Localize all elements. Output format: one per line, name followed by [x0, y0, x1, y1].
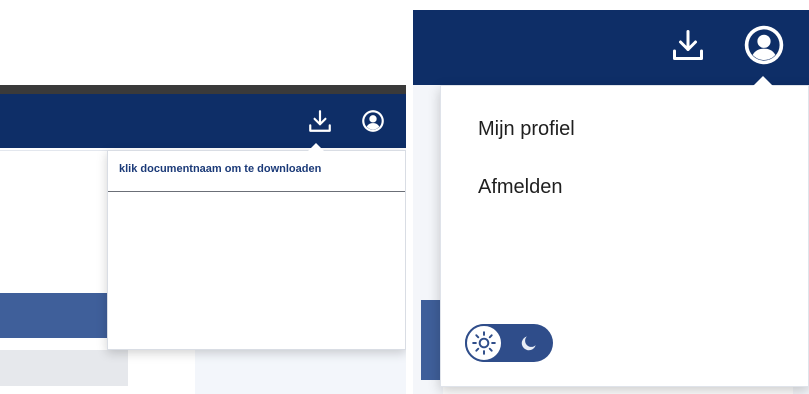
app-header — [0, 94, 406, 148]
download-icon — [673, 30, 703, 60]
sun-icon — [472, 331, 496, 355]
user-menu: Mijn profiel Afmelden — [440, 85, 809, 387]
download-dropdown: klik documentnaam om te downloaden — [107, 150, 406, 350]
dropdown-caret — [308, 143, 324, 151]
menu-item-my-profile[interactable]: Mijn profiel — [478, 118, 575, 141]
user-circle-icon — [744, 25, 784, 65]
menu-item-logout[interactable]: Afmelden — [478, 176, 563, 199]
download-dropdown-screenshot: klik documentnaam om te downloaden — [0, 0, 406, 394]
download-button[interactable] — [303, 104, 337, 138]
user-menu-button[interactable] — [739, 20, 789, 70]
download-button[interactable] — [665, 22, 711, 68]
background-gray-bar — [0, 350, 128, 386]
dropdown-divider — [108, 191, 405, 192]
background-blue-bar — [0, 293, 110, 338]
download-hint: klik documentnaam om te downloaden — [119, 163, 322, 175]
theme-toggle[interactable] — [465, 324, 553, 362]
user-menu-button[interactable] — [356, 104, 390, 138]
moon-icon — [521, 336, 536, 351]
user-menu-screenshot: Mijn profiel Afmelden — [413, 0, 809, 394]
menu-caret — [753, 76, 773, 86]
user-circle-icon — [362, 110, 384, 132]
top-dark-strip — [0, 85, 406, 94]
theme-toggle-knob — [465, 324, 503, 362]
download-icon — [309, 110, 331, 132]
